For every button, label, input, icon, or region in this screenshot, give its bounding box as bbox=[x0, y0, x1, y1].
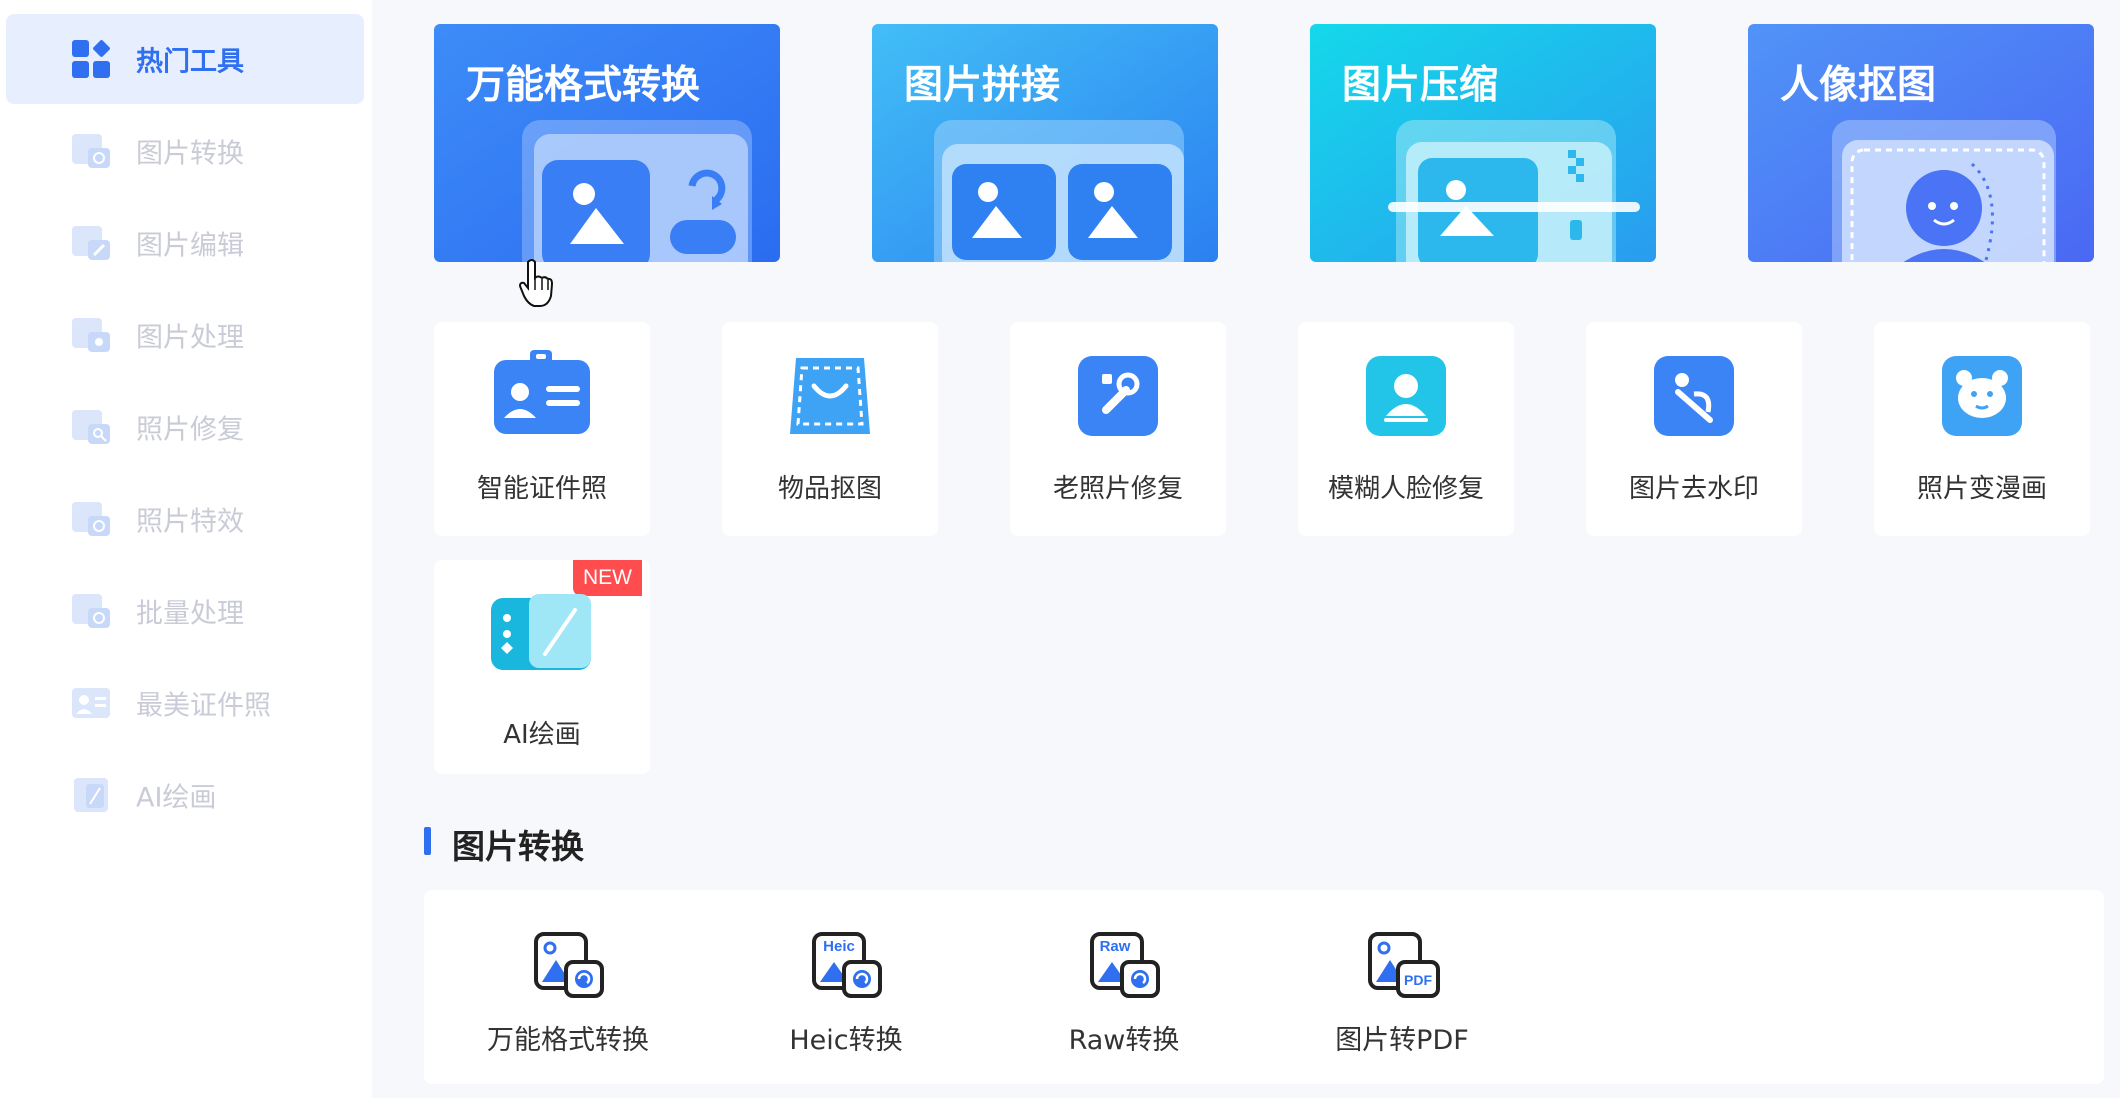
object-cutout-icon bbox=[790, 358, 870, 434]
tool-photo-to-comic[interactable]: 照片变漫画 bbox=[1874, 322, 2090, 536]
convert-item-format[interactable]: 万能格式转换 bbox=[458, 930, 678, 1070]
tool-remove-watermark[interactable]: 图片去水印 bbox=[1586, 322, 1802, 536]
convert-item-label: Heic转换 bbox=[789, 1025, 903, 1056]
sidebar-item-label: 最美证件照 bbox=[136, 690, 271, 722]
tool-label: 智能证件照 bbox=[476, 474, 607, 504]
sidebar-item-label: 照片修复 bbox=[136, 414, 244, 446]
banner-format-convert[interactable]: 万能格式转换 bbox=[434, 24, 780, 262]
raw-convert-icon: Raw bbox=[1090, 932, 1160, 998]
tool-label: 图片去水印 bbox=[1628, 474, 1759, 504]
sidebar-item-label: 图片处理 bbox=[136, 322, 244, 354]
sidebar-item-label: 热门工具 bbox=[136, 46, 244, 78]
image-process-icon bbox=[72, 318, 110, 352]
sidebar-item-hot-tools[interactable]: 热门工具 bbox=[6, 14, 364, 104]
banner-title: 人像抠图 bbox=[1780, 63, 1937, 108]
sidebar-item-photo-effect[interactable]: 照片特效 bbox=[6, 474, 364, 564]
sidebar-item-photo-repair[interactable]: 照片修复 bbox=[6, 382, 364, 472]
sidebar: 热门工具 图片转换 图片编辑 图片处理 照片修复 照片特效 批量处理 最美证件照… bbox=[0, 0, 372, 1098]
image-edit-icon bbox=[72, 226, 110, 260]
sidebar-item-image-convert[interactable]: 图片转换 bbox=[6, 106, 364, 196]
sidebar-item-label: 照片特效 bbox=[136, 506, 244, 538]
banner-portrait-cutout[interactable]: 人像抠图 bbox=[1748, 24, 2094, 262]
sidebar-item-label: AI绘画 bbox=[136, 782, 217, 814]
grid-apps-icon bbox=[72, 40, 110, 78]
ai-painting-icon bbox=[491, 594, 591, 670]
hand-cursor-icon bbox=[518, 259, 554, 307]
tool-object-cutout[interactable]: 物品抠图 bbox=[722, 322, 938, 536]
ai-paint-icon bbox=[74, 778, 108, 812]
sidebar-item-id-photo[interactable]: 最美证件照 bbox=[6, 658, 364, 748]
image-to-pdf-icon: PDF bbox=[1368, 932, 1440, 998]
remove-watermark-icon bbox=[1654, 356, 1734, 436]
photo-repair-icon bbox=[72, 410, 110, 444]
banner-title: 万能格式转换 bbox=[466, 63, 701, 108]
photo-to-comic-icon bbox=[1942, 356, 2022, 436]
raw-tag: Raw bbox=[1100, 938, 1131, 955]
sidebar-item-label: 图片编辑 bbox=[136, 230, 244, 262]
sidebar-item-label: 图片转换 bbox=[136, 138, 244, 170]
banner-image-compress[interactable]: 图片压缩 bbox=[1310, 24, 1656, 262]
convert-item-label: Raw转换 bbox=[1068, 1025, 1180, 1056]
photo-effect-icon bbox=[72, 502, 110, 536]
tool-smart-id-photo[interactable]: 智能证件照 bbox=[434, 322, 650, 536]
heic-tag: Heic bbox=[823, 938, 855, 955]
sidebar-item-image-process[interactable]: 图片处理 bbox=[6, 290, 364, 380]
banner-image-stitch[interactable]: 图片拼接 bbox=[872, 24, 1218, 262]
tool-label: 模糊人脸修复 bbox=[1327, 474, 1484, 504]
section-title: 图片转换 bbox=[452, 827, 584, 866]
tool-old-photo-repair[interactable]: 老照片修复 bbox=[1010, 322, 1226, 536]
batch-process-icon bbox=[72, 594, 110, 628]
convert-item-heic[interactable]: Heic Heic转换 bbox=[736, 930, 956, 1070]
banner-title: 图片拼接 bbox=[904, 63, 1061, 108]
tool-label: AI绘画 bbox=[503, 720, 581, 750]
convert-item-pdf[interactable]: PDF 图片转PDF bbox=[1292, 930, 1512, 1070]
tool-label: 老照片修复 bbox=[1052, 474, 1183, 504]
sidebar-item-ai-paint[interactable]: AI绘画 bbox=[6, 750, 364, 840]
image-convert-icon bbox=[72, 134, 110, 168]
banner-title: 图片压缩 bbox=[1342, 63, 1499, 108]
tool-label: 物品抠图 bbox=[777, 474, 882, 504]
pdf-tag: PDF bbox=[1404, 972, 1432, 988]
convert-item-label: 图片转PDF bbox=[1335, 1025, 1469, 1056]
heic-convert-icon: Heic bbox=[812, 932, 882, 998]
format-convert-icon bbox=[534, 932, 604, 998]
sidebar-item-label: 批量处理 bbox=[136, 598, 244, 630]
tool-ai-painting[interactable]: NEW AI绘画 bbox=[434, 560, 650, 774]
convert-item-label: 万能格式转换 bbox=[487, 1025, 649, 1056]
convert-item-raw[interactable]: Raw Raw转换 bbox=[1014, 930, 1234, 1070]
old-photo-repair-icon bbox=[1078, 356, 1158, 436]
id-photo-icon bbox=[72, 688, 110, 718]
section-accent-bar bbox=[424, 827, 431, 855]
sidebar-item-image-edit[interactable]: 图片编辑 bbox=[6, 198, 364, 288]
sidebar-item-batch-process[interactable]: 批量处理 bbox=[6, 566, 364, 656]
tool-blur-face-repair[interactable]: 模糊人脸修复 bbox=[1298, 322, 1514, 536]
blur-face-repair-icon bbox=[1366, 356, 1446, 436]
id-card-icon bbox=[494, 350, 590, 434]
tool-label: 照片变漫画 bbox=[1916, 474, 2047, 504]
